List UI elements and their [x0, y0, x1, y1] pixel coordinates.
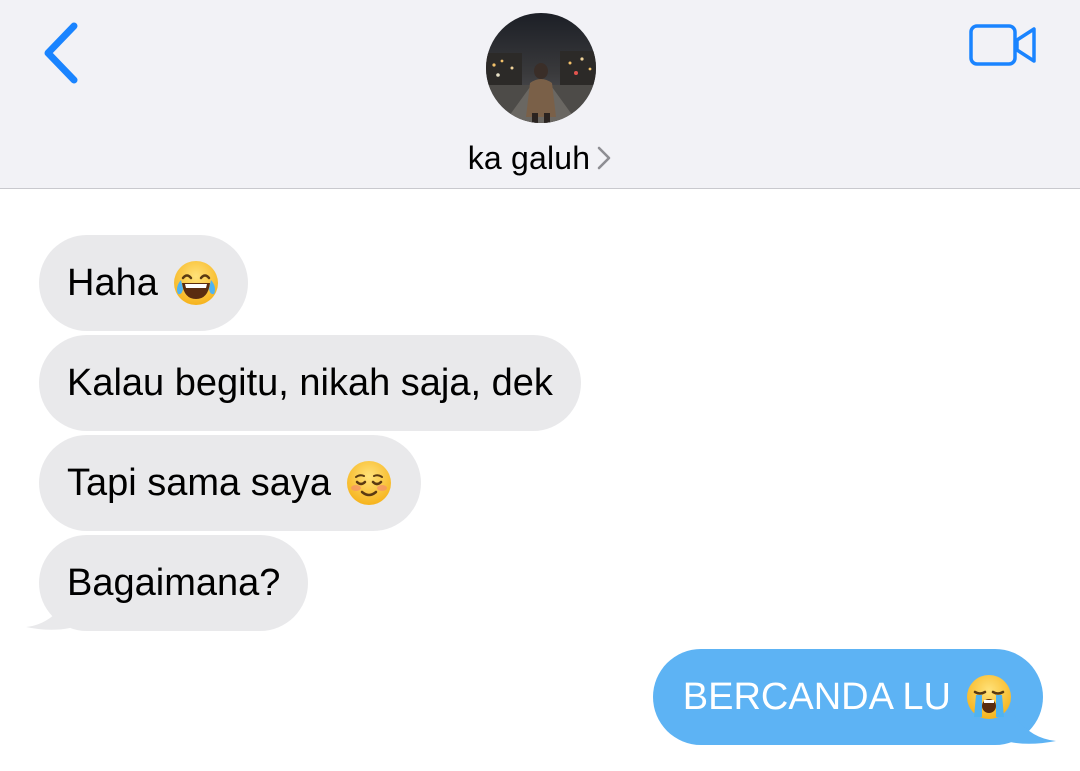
contact-name-button[interactable]: ka galuh [0, 136, 1080, 180]
message-text: Kalau begitu, nikah saja, dek [67, 361, 553, 404]
chevron-right-icon [596, 145, 612, 171]
conversation-header: ka galuh [0, 0, 1080, 189]
messages-screen: ka galuh Haha Kalau begitu, nikah saja, … [0, 0, 1080, 771]
message-bubble-outgoing[interactable]: BERCANDA LU [652, 649, 1043, 745]
message-text: Haha [67, 261, 158, 304]
message-text: BERCANDA LU [682, 675, 951, 718]
message-text: Bagaimana? [67, 561, 281, 604]
message-bubble-incoming[interactable]: Haha [39, 235, 248, 331]
contact-avatar[interactable] [486, 13, 596, 123]
bubble-tail-incoming [26, 594, 70, 630]
message-text: Tapi sama saya [67, 461, 332, 504]
contact-name: ka galuh [467, 139, 591, 176]
face-with-tears-of-joy-icon [172, 259, 220, 307]
bubble-tail-outgoing [1010, 708, 1056, 744]
smiling-face-icon [345, 459, 393, 507]
message-bubble-incoming[interactable]: Kalau begitu, nikah saja, dek [39, 335, 581, 431]
message-bubble-incoming[interactable]: Bagaimana? [39, 535, 309, 631]
video-call-button[interactable] [966, 22, 1040, 68]
loudly-crying-face-icon [965, 673, 1013, 721]
message-bubble-incoming[interactable]: Tapi sama saya [39, 435, 422, 531]
video-camera-icon [969, 24, 1036, 66]
chevron-left-icon [44, 22, 78, 84]
back-button[interactable] [36, 20, 88, 86]
